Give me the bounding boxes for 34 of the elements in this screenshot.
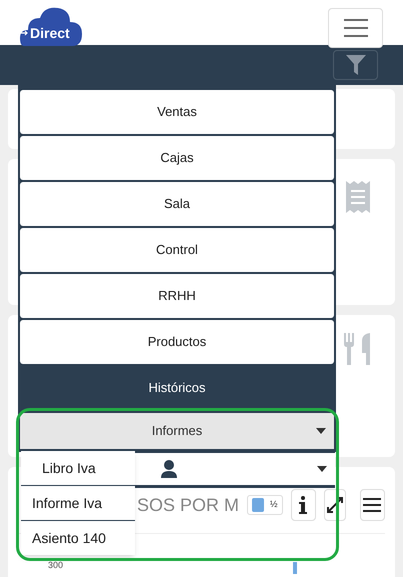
chart-title: SOS POR M [137,494,240,516]
caret-icon [317,466,327,472]
axis-label: 300 [48,561,64,570]
chart-menu-button[interactable] [360,489,386,521]
menu-item[interactable]: Control [20,228,334,272]
menu-icon [363,498,382,512]
menu-item[interactable]: RRHH [20,274,334,318]
expand-icon [326,497,343,513]
menu-item[interactable]: Ventas [20,90,334,134]
dropdown-button[interactable]: Informes [20,413,334,449]
legend-label: ½ [270,498,278,512]
utensils-icon [344,333,370,365]
logo[interactable]: Direct [20,6,82,46]
submenu-item[interactable]: Libro Iva [21,450,135,485]
caret-icon [316,428,326,434]
menu-item[interactable]: Cajas [20,136,334,180]
info-icon [299,496,308,514]
menu-item[interactable]: Productos [20,320,334,364]
arrow-icon [21,30,29,36]
menu-item[interactable]: Sala [20,182,334,226]
select-field[interactable] [135,450,335,488]
info-button[interactable] [290,489,316,521]
submenu-item[interactable]: Asiento 140 [21,520,135,555]
menu-button[interactable] [328,8,383,48]
menu-icon [344,19,368,37]
submenu-item[interactable]: Informe Iva [21,485,135,520]
filter-button[interactable] [333,50,378,80]
logo-text: Direct [30,26,70,40]
menu-heading[interactable]: Históricos [20,366,334,410]
legend-swatch [252,498,264,512]
person-icon [161,460,177,478]
receipt-icon [346,181,370,213]
filter-icon [346,55,366,75]
chart-bar [293,562,297,574]
